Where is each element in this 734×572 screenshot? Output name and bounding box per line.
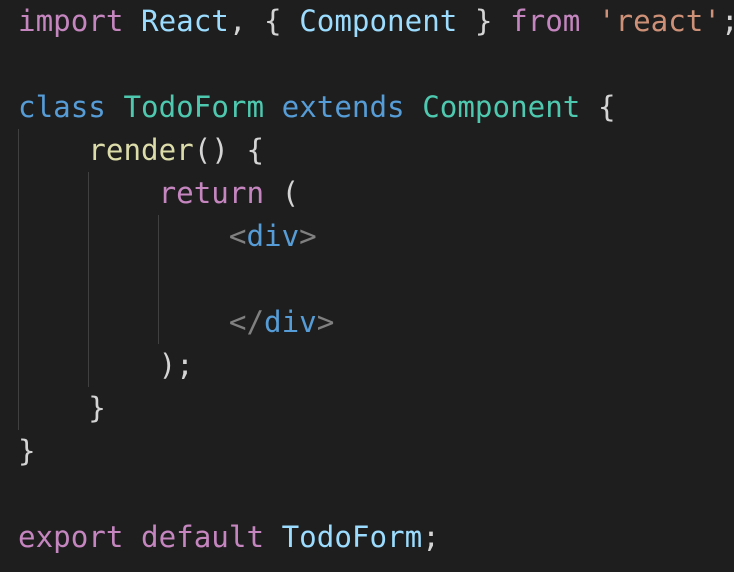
code-token-storage: extends [282,90,405,124]
code-token-punc: , { [229,4,299,38]
code-token-storage: class [18,90,106,124]
code-line[interactable]: ); [18,344,734,387]
code-token-punc [123,520,141,554]
code-token-punc [264,90,282,124]
code-token-tagpunc: > [299,219,317,253]
code-line[interactable] [18,43,734,86]
code-token-kw: from [510,4,580,38]
code-token-punc [18,219,229,253]
code-token-punc [123,4,141,38]
code-token-punc: ; [721,4,734,38]
code-token-kw: export [18,520,123,554]
code-token-tagpunc: > [317,305,335,339]
code-token-var: Component [299,4,457,38]
code-token-tag: div [264,305,317,339]
code-line[interactable] [18,473,734,516]
code-line[interactable]: import React, { Component } from 'react'… [18,0,734,43]
code-line[interactable]: } [18,387,734,430]
code-token-punc [264,520,282,554]
code-token-punc: ); [159,348,194,382]
code-line[interactable]: class TodoForm extends Component { [18,86,734,129]
code-token-punc: ( [264,176,299,210]
code-token-class: Component [422,90,580,124]
code-token-punc: } [18,434,36,468]
code-token-kw: default [141,520,264,554]
code-token-var: React [141,4,229,38]
code-token-func: render [88,133,193,167]
code-token-var: TodoForm [282,520,423,554]
code-content[interactable]: import React, { Component } from 'react'… [18,0,734,559]
code-line[interactable]: return ( [18,172,734,215]
code-line[interactable] [18,258,734,301]
code-line[interactable]: } [18,430,734,473]
code-token-punc [18,133,88,167]
code-line[interactable]: export default TodoForm; [18,516,734,559]
code-token-str: 'react' [598,4,721,38]
code-token-kw: return [159,176,264,210]
code-token-punc: () { [194,133,264,167]
code-token-punc [18,305,229,339]
code-editor[interactable]: import React, { Component } from 'react'… [0,0,734,572]
code-token-class: TodoForm [123,90,264,124]
code-token-punc [18,348,159,382]
code-token-punc [580,4,598,38]
code-token-punc: ; [422,520,440,554]
code-token-punc: } [88,391,106,425]
code-token-tagpunc: < [229,219,247,253]
code-token-punc: } [457,4,510,38]
code-line[interactable]: </div> [18,301,734,344]
code-token-punc [106,90,124,124]
code-token-punc [405,90,423,124]
code-line[interactable]: <div> [18,215,734,258]
code-token-punc [18,176,159,210]
code-token-punc [18,391,88,425]
code-token-punc: { [580,90,615,124]
code-token-tag: div [246,219,299,253]
code-line[interactable]: render() { [18,129,734,172]
code-token-kw: import [18,4,123,38]
code-token-tagpunc: </ [229,305,264,339]
